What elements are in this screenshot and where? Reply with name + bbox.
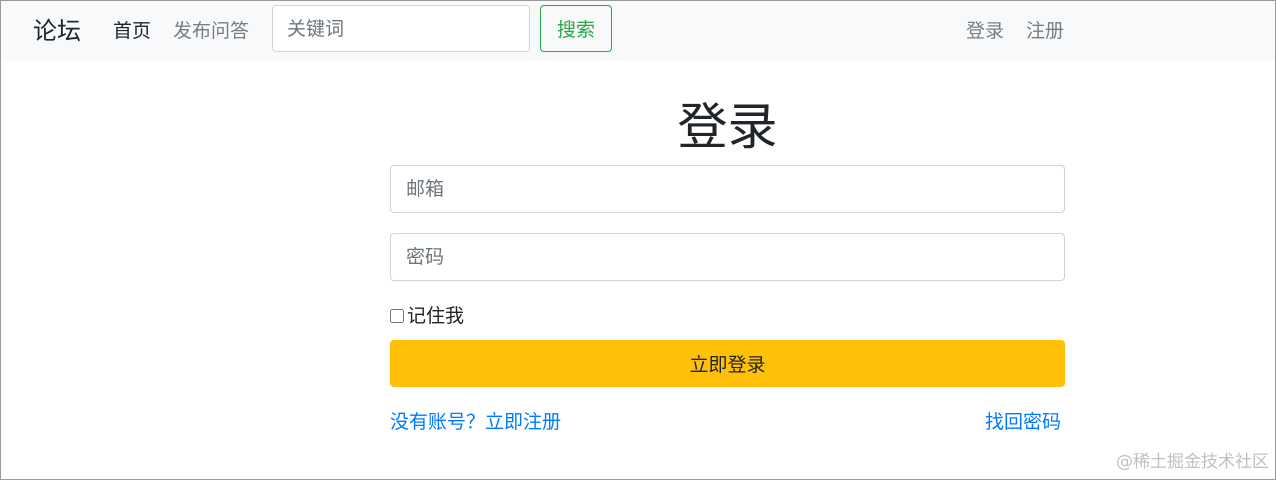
nav-link-publish-question[interactable]: 发布问答	[173, 18, 249, 44]
forgot-password-link[interactable]: 找回密码	[985, 409, 1061, 435]
nav-link-home[interactable]: 首页	[113, 18, 151, 44]
email-field[interactable]	[390, 165, 1065, 213]
search-input[interactable]	[272, 5, 530, 52]
page: 论坛 首页 发布问答 搜索 登录 注册 登录 记住我 立即登录 没有账号？立即注…	[0, 0, 1276, 480]
navbar: 论坛 首页 发布问答 搜索 登录 注册	[1, 1, 1275, 61]
login-submit-button[interactable]: 立即登录	[390, 340, 1065, 387]
password-field[interactable]	[390, 233, 1065, 281]
remember-me-checkbox[interactable]	[390, 309, 404, 323]
remember-me[interactable]: 记住我	[390, 303, 464, 329]
nav-link-login[interactable]: 登录	[966, 18, 1004, 44]
register-link[interactable]: 没有账号？立即注册	[390, 409, 561, 435]
watermark: @稀土掘金技术社区	[1116, 452, 1269, 472]
remember-me-label: 记住我	[407, 305, 465, 327]
nav-link-register[interactable]: 注册	[1026, 18, 1064, 44]
brand-logo[interactable]: 论坛	[33, 15, 81, 47]
search-button[interactable]: 搜索	[540, 5, 612, 52]
login-title: 登录	[677, 98, 778, 156]
